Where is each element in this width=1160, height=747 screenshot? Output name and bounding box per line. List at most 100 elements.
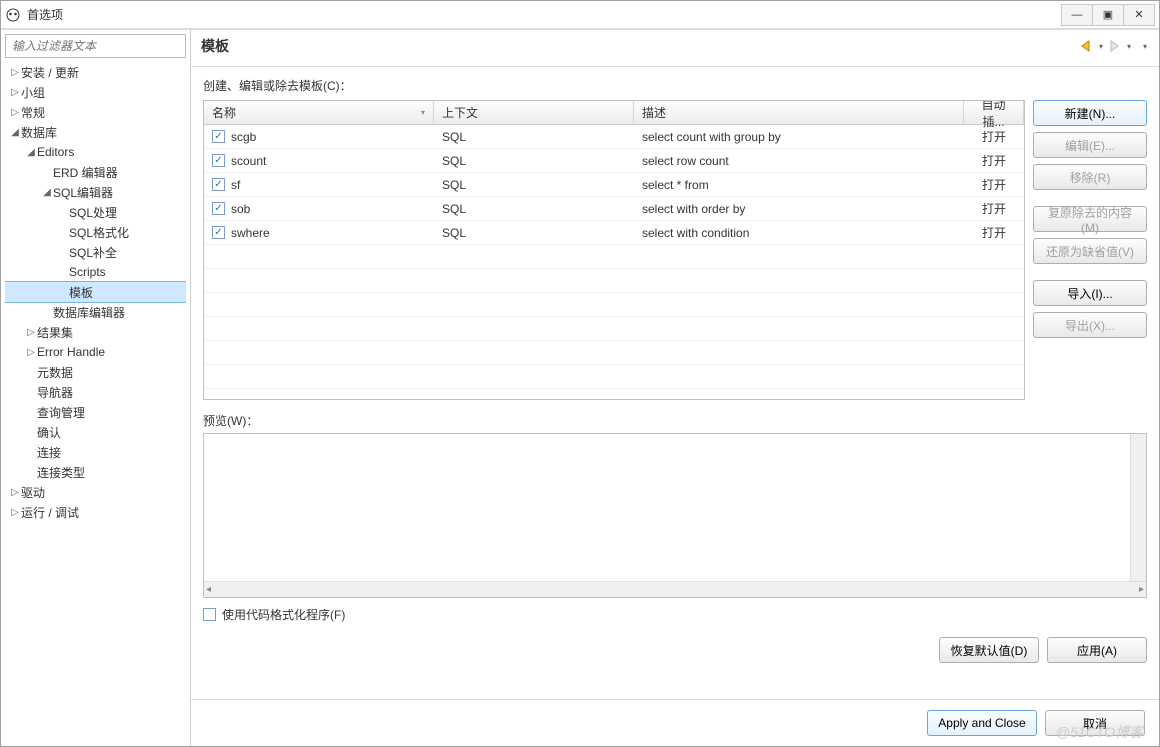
- preferences-tree[interactable]: ▷安装 / 更新▷小组▷常规◢数据库◢EditorsERD 编辑器◢SQL编辑器…: [5, 62, 186, 742]
- tree-item[interactable]: 模板: [5, 282, 186, 302]
- tree-item-label: 模板: [69, 284, 93, 301]
- tree-item-label: 驱动: [21, 484, 45, 501]
- tree-item[interactable]: Scripts: [5, 262, 186, 282]
- table-row[interactable]: ✓sfSQLselect * from打开: [204, 173, 1024, 197]
- col-auto[interactable]: 自动插...: [964, 101, 1024, 124]
- templates-table[interactable]: 名称▾ 上下文 描述 自动插... ✓scgbSQLselect count w…: [203, 100, 1025, 400]
- tree-item[interactable]: 连接类型: [5, 462, 186, 482]
- tree-item[interactable]: 连接: [5, 442, 186, 462]
- restore-removed-button[interactable]: 复原除去的内容(M): [1033, 206, 1147, 232]
- maximize-button[interactable]: ▣: [1092, 4, 1124, 26]
- tree-item[interactable]: ▷Error Handle: [5, 342, 186, 362]
- tree-item[interactable]: ERD 编辑器: [5, 162, 186, 182]
- cell-description: select * from: [634, 176, 964, 194]
- menu-dropdown-icon[interactable]: ▾: [1141, 42, 1149, 51]
- tree-item-label: ERD 编辑器: [53, 164, 118, 181]
- cell-auto: 打开: [964, 174, 1024, 195]
- revert-button[interactable]: 还原为缺省值(V): [1033, 238, 1147, 264]
- cell-context: SQL: [434, 128, 634, 146]
- row-checkbox[interactable]: ✓: [212, 202, 225, 215]
- tree-item-label: SQL补全: [69, 244, 117, 261]
- tree-item[interactable]: ◢数据库: [5, 122, 186, 142]
- tree-item[interactable]: 导航器: [5, 382, 186, 402]
- col-context[interactable]: 上下文: [434, 101, 634, 124]
- tree-item[interactable]: ▷运行 / 调试: [5, 502, 186, 522]
- expand-icon[interactable]: ▷: [25, 347, 37, 358]
- expand-icon[interactable]: ▷: [25, 327, 37, 338]
- tree-item[interactable]: ▷驱动: [5, 482, 186, 502]
- tree-item[interactable]: SQL处理: [5, 202, 186, 222]
- tree-item[interactable]: ◢Editors: [5, 142, 186, 162]
- expand-icon[interactable]: ▷: [9, 67, 21, 78]
- restore-defaults-button[interactable]: 恢复默认值(D): [939, 637, 1039, 663]
- back-icon[interactable]: [1079, 38, 1095, 54]
- use-formatter-checkbox[interactable]: [203, 608, 216, 621]
- apply-and-close-button[interactable]: Apply and Close: [927, 710, 1037, 736]
- forward-icon[interactable]: [1107, 38, 1123, 54]
- cell-description: select count with group by: [634, 128, 964, 146]
- cell-context: SQL: [434, 224, 634, 242]
- cell-name: scount: [231, 154, 266, 168]
- tree-item-label: 查询管理: [37, 404, 85, 421]
- tree-item-label: 连接类型: [37, 464, 85, 481]
- table-row[interactable]: ✓swhereSQLselect with condition打开: [204, 221, 1024, 245]
- tree-item-label: 小组: [21, 84, 45, 101]
- cell-description: select with order by: [634, 200, 964, 218]
- tree-item[interactable]: 元数据: [5, 362, 186, 382]
- expand-icon[interactable]: ◢: [25, 147, 37, 158]
- tree-item[interactable]: ▷常规: [5, 102, 186, 122]
- apply-button[interactable]: 应用(A): [1047, 637, 1147, 663]
- row-checkbox[interactable]: ✓: [212, 154, 225, 167]
- dialog-footer: Apply and Close 取消 @51CTO博客: [191, 699, 1159, 746]
- cell-auto: 打开: [964, 126, 1024, 147]
- row-checkbox[interactable]: ✓: [212, 226, 225, 239]
- row-checkbox[interactable]: ✓: [212, 178, 225, 191]
- expand-icon[interactable]: ▷: [9, 487, 21, 498]
- table-row[interactable]: ✓scountSQLselect row count打开: [204, 149, 1024, 173]
- col-description[interactable]: 描述: [634, 101, 964, 124]
- expand-icon[interactable]: ▷: [9, 87, 21, 98]
- remove-button[interactable]: 移除(R): [1033, 164, 1147, 190]
- close-button[interactable]: ✕: [1123, 4, 1155, 26]
- tree-item[interactable]: ▷安装 / 更新: [5, 62, 186, 82]
- horizontal-scrollbar[interactable]: ◂▸: [204, 581, 1146, 597]
- tree-item-label: Error Handle: [37, 345, 105, 359]
- tree-item[interactable]: SQL补全: [5, 242, 186, 262]
- expand-icon[interactable]: ▷: [9, 107, 21, 118]
- cancel-button[interactable]: 取消: [1045, 710, 1145, 736]
- cell-auto: 打开: [964, 198, 1024, 219]
- export-button[interactable]: 导出(X)...: [1033, 312, 1147, 338]
- expand-icon[interactable]: ◢: [41, 187, 53, 198]
- cell-description: select with condition: [634, 224, 964, 242]
- tree-item[interactable]: ▷结果集: [5, 322, 186, 342]
- tree-item-label: 运行 / 调试: [21, 504, 79, 521]
- tree-item[interactable]: 查询管理: [5, 402, 186, 422]
- vertical-scrollbar[interactable]: [1130, 434, 1146, 581]
- expand-icon[interactable]: ◢: [9, 127, 21, 138]
- tree-item[interactable]: ▷小组: [5, 82, 186, 102]
- empty-row: [204, 293, 1024, 317]
- preview-area[interactable]: ◂▸: [203, 433, 1147, 598]
- table-row[interactable]: ✓sobSQLselect with order by打开: [204, 197, 1024, 221]
- col-name[interactable]: 名称▾: [204, 101, 434, 124]
- cell-name: swhere: [231, 226, 270, 240]
- tree-item[interactable]: ◢SQL编辑器: [5, 182, 186, 202]
- new-button[interactable]: 新建(N)...: [1033, 100, 1147, 126]
- tree-item[interactable]: 数据库编辑器: [5, 302, 186, 322]
- button-column: 新建(N)... 编辑(E)... 移除(R) 复原除去的内容(M) 还原为缺省…: [1033, 100, 1147, 400]
- table-row[interactable]: ✓scgbSQLselect count with group by打开: [204, 125, 1024, 149]
- cell-context: SQL: [434, 176, 634, 194]
- row-checkbox[interactable]: ✓: [212, 130, 225, 143]
- import-button[interactable]: 导入(I)...: [1033, 280, 1147, 306]
- tree-item-label: 常规: [21, 104, 45, 121]
- forward-dropdown-icon[interactable]: ▾: [1125, 42, 1133, 51]
- tree-item[interactable]: SQL格式化: [5, 222, 186, 242]
- back-dropdown-icon[interactable]: ▾: [1097, 42, 1105, 51]
- tree-item-label: Editors: [37, 145, 74, 159]
- app-icon: [5, 7, 21, 23]
- minimize-button[interactable]: —: [1061, 4, 1093, 26]
- tree-item[interactable]: 确认: [5, 422, 186, 442]
- edit-button[interactable]: 编辑(E)...: [1033, 132, 1147, 158]
- expand-icon[interactable]: ▷: [9, 507, 21, 518]
- filter-input[interactable]: [5, 34, 186, 58]
